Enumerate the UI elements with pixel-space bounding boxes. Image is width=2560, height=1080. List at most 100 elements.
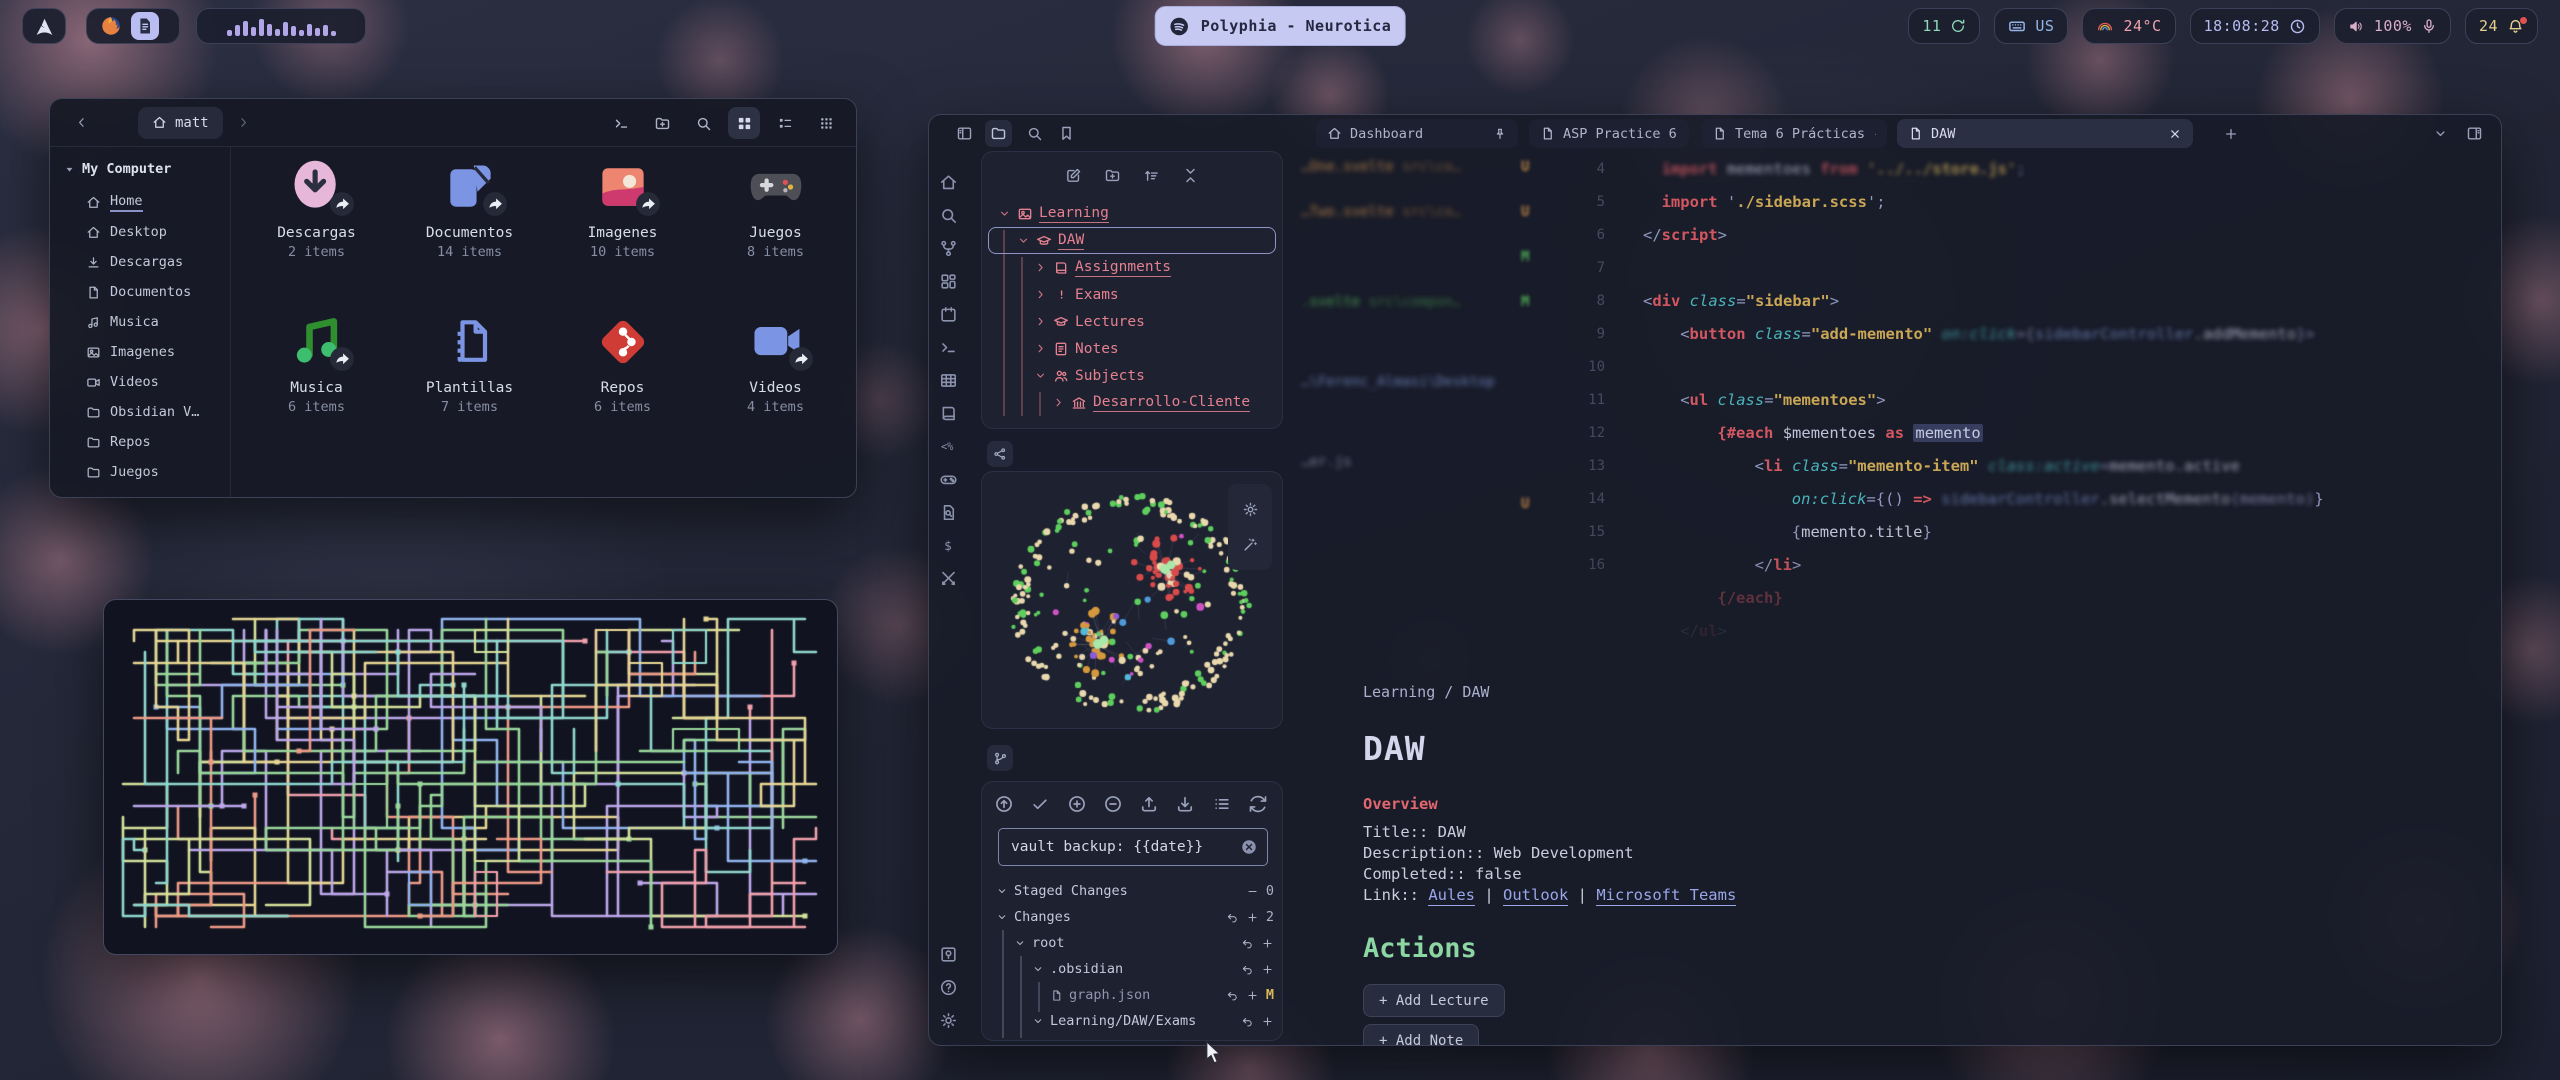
right-sidebar-toggle-button[interactable] [2461, 120, 2488, 147]
folder-Descargas[interactable]: Descargas 2 items [240, 157, 393, 312]
sidebar-item-Obsidian V…[interactable]: Obsidian V… [64, 397, 230, 427]
plus-icon[interactable] [1246, 989, 1259, 1002]
clear-input-icon[interactable] [1240, 838, 1258, 856]
toolbar-folder-plus-button[interactable] [646, 107, 678, 139]
toolbar-terminal-button[interactable] [605, 107, 637, 139]
folder-Videos[interactable]: Videos 4 items [699, 312, 852, 467]
status-notifications[interactable]: 24 [2465, 8, 2538, 44]
git-row-graph.json[interactable]: graph.jsonM [990, 982, 1274, 1008]
ribbon-swords-button[interactable] [939, 569, 959, 589]
plus-icon[interactable] [1261, 1015, 1274, 1028]
plus-icon[interactable] [1261, 937, 1274, 950]
git-upload-button[interactable] [1139, 794, 1161, 816]
folder-Repos[interactable]: Repos 6 items [546, 312, 699, 467]
app-button[interactable] [100, 15, 122, 37]
close-icon[interactable] [2168, 127, 2182, 141]
action-button--Add-Lecture[interactable]: + Add Lecture [1363, 984, 1505, 1017]
status-clock[interactable]: 18:08:28 [2190, 8, 2320, 44]
ribbon-git-fork-button[interactable] [939, 239, 959, 259]
location-button[interactable]: matt [138, 107, 223, 139]
workspace-columns-button[interactable] [951, 120, 978, 147]
workspace-folder-button[interactable] [985, 120, 1012, 147]
ribbon-dollar-button[interactable]: $ [939, 536, 959, 556]
wand-icon[interactable] [1242, 536, 1259, 553]
ribbon-vault-button[interactable] [939, 945, 959, 965]
ribbon-home-button[interactable] [939, 173, 959, 193]
new-tab-button[interactable] [2217, 120, 2244, 147]
commit-message-input[interactable] [998, 828, 1268, 866]
folder-Documentos[interactable]: Documentos 14 items [393, 157, 546, 312]
toolbar-grid-view-button[interactable] [728, 107, 760, 139]
undo-icon[interactable] [1226, 911, 1239, 924]
tree-item-DAW[interactable]: DAW [988, 227, 1276, 254]
git-row-Staged Changes[interactable]: Staged Changes0 [990, 878, 1274, 904]
media-player-widget[interactable]: Polyphia - Neurotica [1155, 6, 1406, 46]
ribbon-code-pct-button[interactable]: <% [939, 437, 959, 457]
tab-ASP Practice 6[interactable]: ASP Practice 6 [1529, 119, 1689, 148]
toolbar-search-button[interactable] [687, 107, 719, 139]
sidebar-item-Repos[interactable]: Repos [64, 427, 230, 457]
explorer-collapse-button[interactable] [1178, 162, 1204, 188]
git-check-button[interactable] [1030, 794, 1052, 816]
explorer-sort-button[interactable] [1139, 162, 1165, 188]
status-weather[interactable]: 24°C [2082, 8, 2175, 44]
tree-item-Exams[interactable]: ! Exams [988, 281, 1276, 308]
ribbon-gamepad-button[interactable] [939, 470, 959, 490]
workspace-bookmark-button[interactable] [1053, 120, 1080, 147]
minus-icon[interactable] [1246, 885, 1259, 898]
tree-item-Learning[interactable]: Learning [988, 200, 1276, 227]
git-refresh-button[interactable] [1248, 794, 1270, 816]
gear-icon[interactable] [1242, 501, 1259, 518]
nav-back-button[interactable] [68, 110, 94, 136]
sidebar-root[interactable]: My Computer [64, 161, 230, 177]
git-row-.obsidian[interactable]: .obsidian [990, 956, 1274, 982]
plus-icon[interactable] [1261, 963, 1274, 976]
tree-item-Notes[interactable]: Notes [988, 335, 1276, 362]
tree-item-Desarrollo-Cliente[interactable]: Desarrollo-Cliente [988, 389, 1276, 416]
tab-Dashboard[interactable]: Dashboard [1316, 119, 1518, 148]
link-Microsoft Teams[interactable]: Microsoft Teams [1596, 886, 1736, 906]
sidebar-item-Home[interactable]: Home [64, 187, 230, 217]
ribbon-table-button[interactable] [939, 371, 959, 391]
editor-pane[interactable]: …One.svelte src\co…U…Two.svelte src\co…U… [1283, 151, 2501, 1045]
launcher-button[interactable] [22, 8, 66, 44]
tab-DAW[interactable]: DAW [1897, 119, 2193, 148]
tree-item-Lectures[interactable]: Lectures [988, 308, 1276, 335]
folder-Juegos[interactable]: Juegos 8 items [699, 157, 852, 312]
git-list-button[interactable] [1212, 794, 1234, 816]
git-row-Learning/DAW/Exams[interactable]: Learning/DAW/Exams [990, 1008, 1274, 1034]
git-panel-tab[interactable] [987, 745, 1013, 771]
git-row-root[interactable]: root [990, 930, 1274, 956]
ribbon-calendar-button[interactable] [939, 305, 959, 325]
explorer-pencil-square-button[interactable] [1061, 162, 1087, 188]
status-updates[interactable]: 11 [1908, 8, 1980, 44]
undo-icon[interactable] [1241, 963, 1254, 976]
git-plus-circle-button[interactable] [1067, 794, 1089, 816]
sidebar-item-Descargas[interactable]: Descargas [64, 247, 230, 277]
tab-list-chevron-button[interactable] [2427, 120, 2454, 147]
workspace-search-button[interactable] [1021, 120, 1048, 147]
ribbon-terminal-button[interactable] [939, 338, 959, 358]
folder-Imagenes[interactable]: Imagenes 10 items [546, 157, 699, 312]
sidebar-item-Imagenes[interactable]: Imagenes [64, 337, 230, 367]
undo-icon[interactable] [1226, 989, 1239, 1002]
git-row-Changes[interactable]: Changes2 [990, 904, 1274, 930]
link-Outlook[interactable]: Outlook [1503, 886, 1568, 906]
folder-Musica[interactable]: Musica 6 items [240, 312, 393, 467]
sidebar-item-Videos[interactable]: Videos [64, 367, 230, 397]
ribbon-book-button[interactable] [939, 404, 959, 424]
toolbar-list-view-button[interactable] [769, 107, 801, 139]
sidebar-item-Desktop[interactable]: Desktop [64, 217, 230, 247]
tree-item-Subjects[interactable]: Subjects [988, 362, 1276, 389]
ribbon-search-button[interactable] [939, 206, 959, 226]
undo-icon[interactable] [1241, 1015, 1254, 1028]
nav-forward-button[interactable] [231, 110, 257, 136]
git-download2-button[interactable] [1175, 794, 1197, 816]
graph-panel-tab[interactable] [987, 441, 1013, 467]
sidebar-item-Musica[interactable]: Musica [64, 307, 230, 337]
tab-Tema 6 Prácticas -…[interactable]: Tema 6 Prácticas -… [1701, 119, 1887, 148]
ribbon-help-button[interactable] [939, 978, 959, 998]
link-Aules[interactable]: Aules [1428, 886, 1475, 906]
folder-Plantillas[interactable]: Plantillas 7 items [393, 312, 546, 467]
action-button--Add-Note[interactable]: + Add Note [1363, 1024, 1479, 1046]
